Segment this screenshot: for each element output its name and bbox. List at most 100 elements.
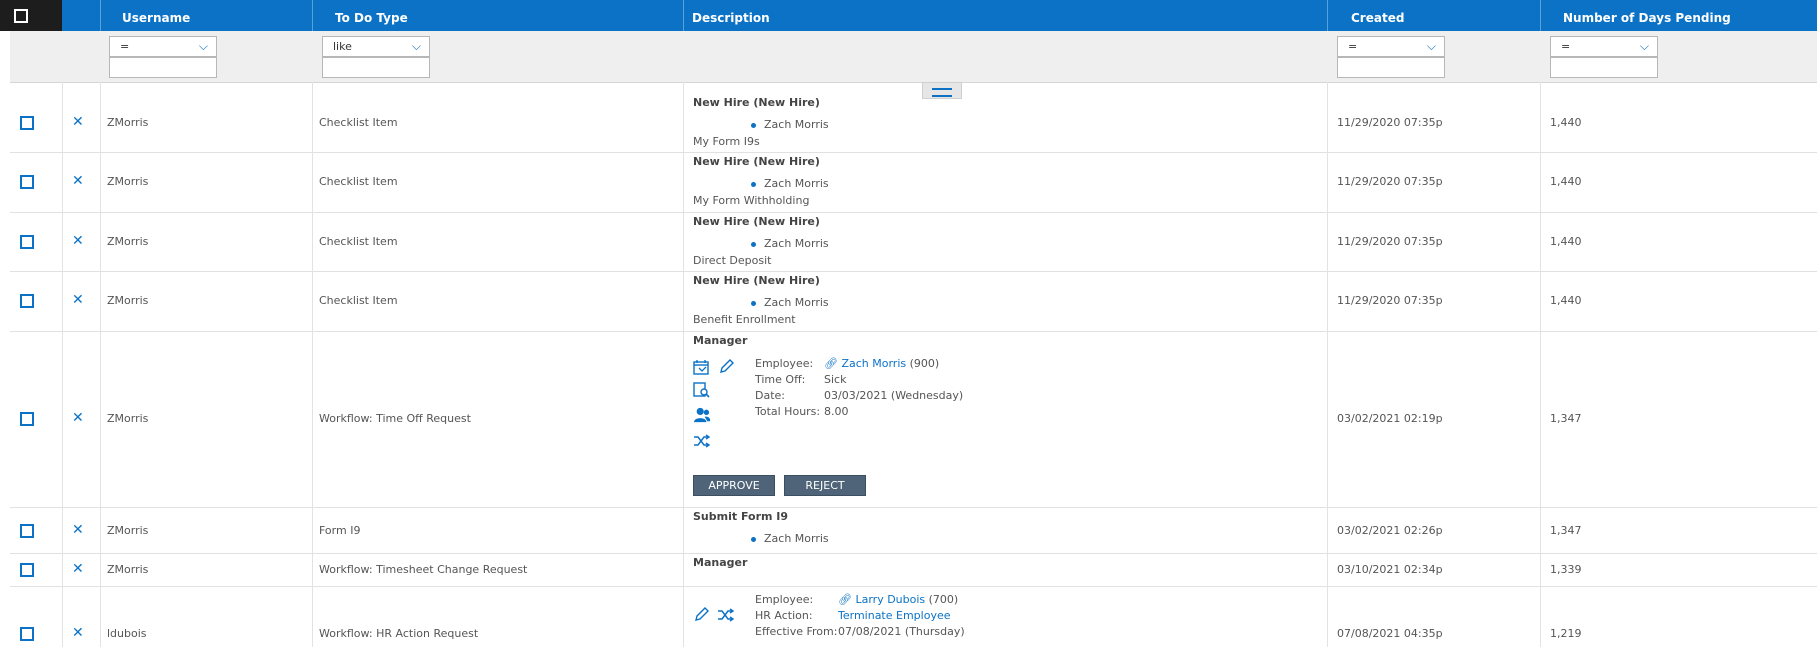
field-label-employee: Employee: [755, 357, 814, 370]
chevron-down-icon: ⌵ [198, 39, 208, 53]
field-label-employee: Employee: [755, 593, 814, 606]
filter-row: = ⌵ like ⌵ = ⌵ = ⌵ [10, 31, 1817, 83]
assignee-name: Zach Morris [764, 296, 829, 309]
description-title: New Hire (New Hire) [693, 274, 820, 287]
link-icon: 🔗︎ [824, 357, 838, 370]
username-operator-select[interactable]: = ⌵ [109, 36, 217, 57]
calendar-icon[interactable] [693, 359, 711, 375]
approve-button[interactable]: APPROVE [693, 475, 775, 496]
days-pending-cell: 1,219 [1550, 627, 1582, 640]
row-checkbox[interactable] [20, 412, 34, 426]
column-header-description[interactable]: Description [692, 0, 770, 31]
created-operator-value: = [1348, 40, 1358, 53]
employee-value: 🔗︎ Zach Morris (900) [824, 357, 939, 370]
created-operator-select[interactable]: = ⌵ [1337, 36, 1445, 57]
collapse-filter-button[interactable] [922, 82, 962, 99]
description-detail: Benefit Enrollment [693, 313, 796, 326]
description-title: Manager [693, 556, 748, 569]
select-all-checkbox[interactable] [14, 9, 28, 23]
table-row: ✕ ZMorris Workflow: Time Off Request Man… [10, 332, 1817, 508]
field-label-time-off: Time Off: [755, 373, 806, 386]
assignee-item: Zach Morris [751, 532, 829, 545]
assignee-item: Zach Morris [751, 237, 829, 250]
username-cell: ldubois [107, 627, 147, 640]
todo-type-operator-select[interactable]: like ⌵ [322, 36, 430, 57]
username-cell: ZMorris [107, 116, 149, 129]
description-title: Submit Form I9 [693, 510, 789, 523]
username-cell: ZMorris [107, 563, 149, 576]
table-row: ✕ ZMorris Checklist Item New Hire (New H… [10, 82, 1817, 153]
assignee-item: Zach Morris [751, 177, 829, 190]
column-header-created[interactable]: Created [1351, 0, 1404, 31]
field-label-hr-action: HR Action: [755, 609, 813, 622]
collapse-icon [932, 88, 952, 97]
assignee-name: Zach Morris [764, 237, 829, 250]
employee-link[interactable]: Larry Dubois [855, 593, 925, 606]
header-divider [100, 0, 101, 31]
employee-id: (900) [909, 357, 940, 370]
header-divider [312, 0, 313, 31]
created-cell: 11/29/2020 07:35p [1337, 116, 1443, 129]
row-checkbox[interactable] [20, 294, 34, 308]
column-header-todo-type[interactable]: To Do Type [335, 0, 408, 31]
pencil-icon[interactable] [693, 607, 711, 623]
row-checkbox[interactable] [20, 524, 34, 538]
days-pending-filter-input[interactable] [1550, 57, 1658, 78]
shuffle-icon[interactable] [717, 607, 735, 623]
row-checkbox[interactable] [20, 175, 34, 189]
username-cell: ZMorris [107, 412, 149, 425]
row-checkbox[interactable] [20, 627, 34, 641]
created-cell: 03/02/2021 02:26p [1337, 524, 1443, 537]
time-off-value: Sick [824, 373, 847, 386]
bullet-icon [751, 300, 756, 306]
bullet-icon [751, 241, 756, 247]
close-icon[interactable]: ✕ [72, 522, 84, 538]
close-icon[interactable]: ✕ [72, 625, 84, 641]
row-checkbox[interactable] [20, 116, 34, 130]
assignee-name: Zach Morris [764, 177, 829, 190]
hr-action-link[interactable]: Terminate Employee [838, 609, 951, 622]
days-pending-cell: 1,440 [1550, 116, 1582, 129]
bullet-icon [751, 536, 756, 542]
users-icon[interactable] [693, 407, 711, 423]
close-icon[interactable]: ✕ [72, 114, 84, 130]
row-checkbox[interactable] [20, 235, 34, 249]
reject-button[interactable]: REJECT [784, 475, 866, 496]
column-header-days-pending[interactable]: Number of Days Pending [1563, 0, 1731, 31]
pencil-icon[interactable] [718, 359, 736, 375]
table-row: ✕ ZMorris Form I9 Submit Form I9 Zach Mo… [10, 508, 1817, 554]
created-cell: 07/08/2021 04:35p [1337, 627, 1443, 640]
days-pending-cell: 1,440 [1550, 294, 1582, 307]
employee-id: (700) [928, 593, 959, 606]
shuffle-icon[interactable] [693, 433, 711, 449]
link-icon: 🔗︎ [838, 593, 852, 606]
days-pending-operator-select[interactable]: = ⌵ [1550, 36, 1658, 57]
todo-type-cell: Checklist Item [319, 175, 398, 188]
table-row: ✕ ZMorris Checklist Item New Hire (New H… [10, 213, 1817, 272]
total-hours-value: 8.00 [824, 405, 849, 418]
username-filter-input[interactable] [109, 57, 217, 78]
table-row: ✕ ZMorris Checklist Item New Hire (New H… [10, 153, 1817, 213]
close-icon[interactable]: ✕ [72, 173, 84, 189]
created-cell: 03/10/2021 02:34p [1337, 563, 1443, 576]
username-cell: ZMorris [107, 524, 149, 537]
close-icon[interactable]: ✕ [72, 410, 84, 426]
document-search-icon[interactable] [693, 382, 711, 398]
table-row: ✕ ZMorris Checklist Item New Hire (New H… [10, 272, 1817, 332]
todo-type-cell: Checklist Item [319, 235, 398, 248]
created-cell: 11/29/2020 07:35p [1337, 175, 1443, 188]
description-detail: My Form I9s [693, 135, 760, 148]
days-pending-cell: 1,440 [1550, 235, 1582, 248]
employee-link[interactable]: Zach Morris [841, 357, 906, 370]
date-value: 03/03/2021 (Wednesday) [824, 389, 964, 402]
close-icon[interactable]: ✕ [72, 561, 84, 577]
created-filter-input[interactable] [1337, 57, 1445, 78]
todo-type-operator-value: like [333, 40, 352, 53]
row-checkbox[interactable] [20, 563, 34, 577]
close-icon[interactable]: ✕ [72, 233, 84, 249]
close-icon[interactable]: ✕ [72, 292, 84, 308]
todo-type-filter-input[interactable] [322, 57, 430, 78]
days-pending-cell: 1,339 [1550, 563, 1582, 576]
username-cell: ZMorris [107, 175, 149, 188]
column-header-username[interactable]: Username [122, 0, 190, 31]
